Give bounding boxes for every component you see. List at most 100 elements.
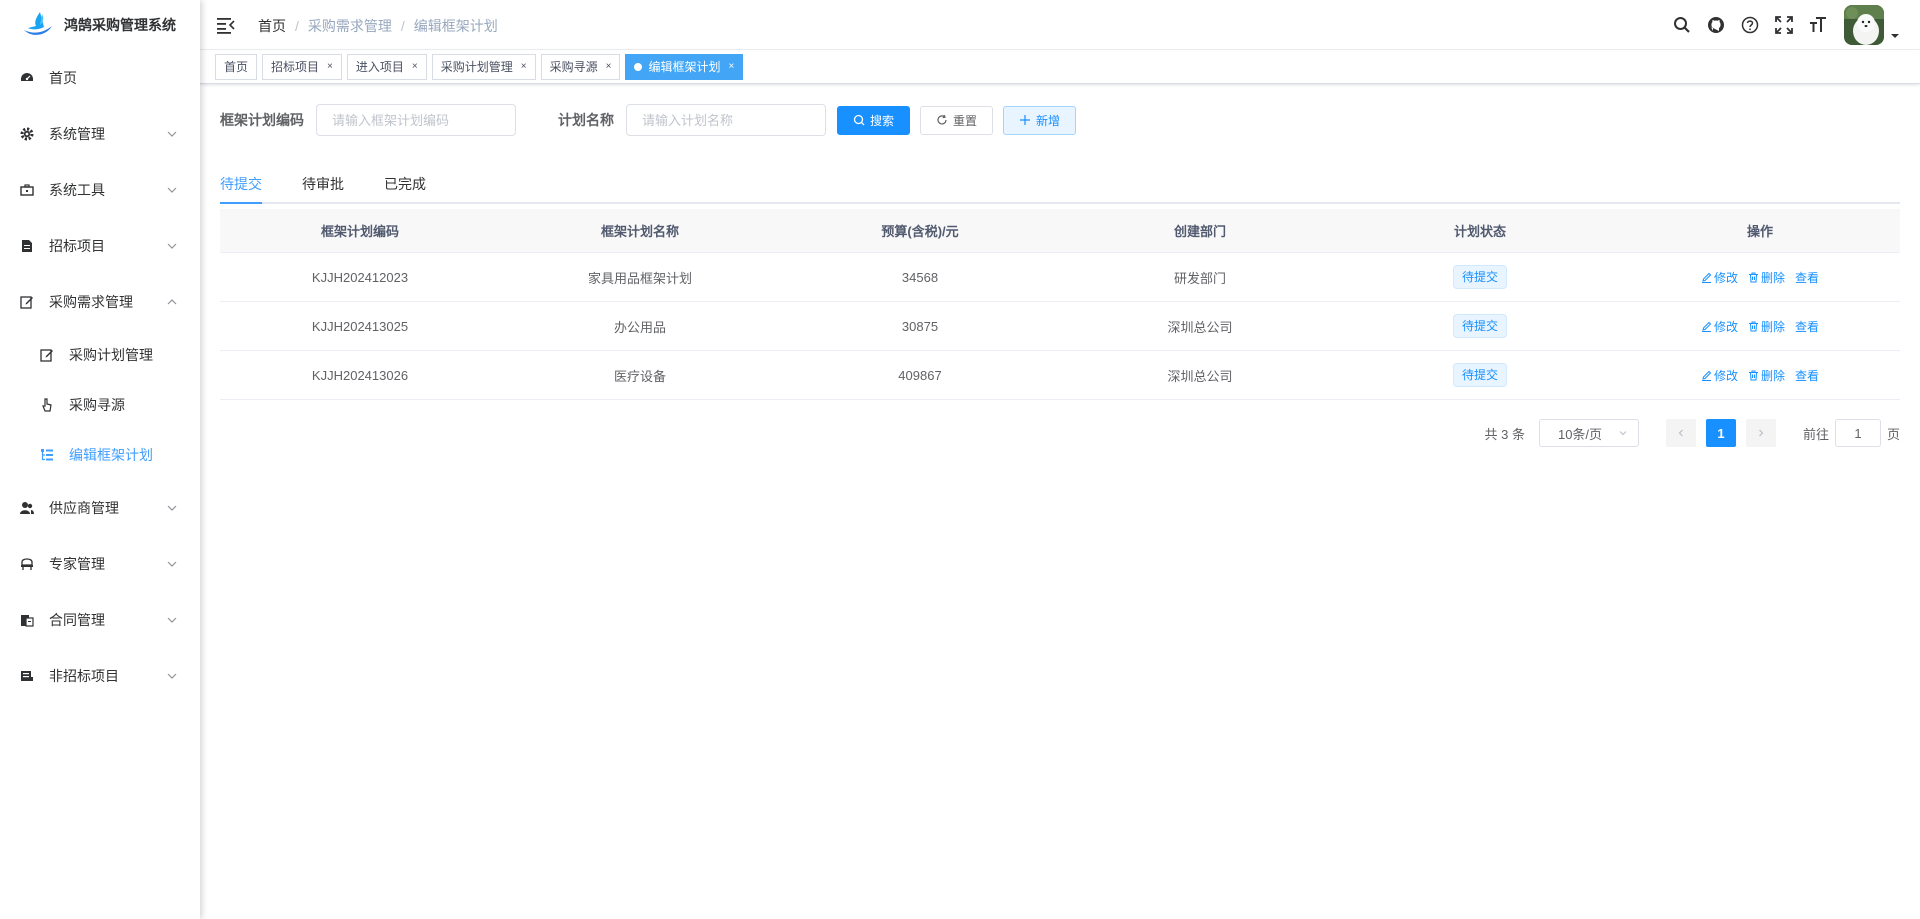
sidebar-item-procurement-demand[interactable]: 采购需求管理 <box>0 274 200 330</box>
edit-label: 修改 <box>1713 368 1738 383</box>
question-icon[interactable] <box>1740 15 1760 35</box>
sidebar-item-sourcing[interactable]: 采购寻源 <box>0 380 200 430</box>
tab-pending-submit[interactable]: 待提交 <box>220 164 262 204</box>
document-icon <box>20 239 34 253</box>
pagination-total: 共 3 条 <box>1484 426 1525 442</box>
tag-sourcing[interactable]: 采购寻源 × <box>540 53 621 80</box>
prev-page-button[interactable] <box>1665 419 1696 447</box>
gear-icon <box>20 127 34 141</box>
edit-link[interactable]: 修改 <box>1701 367 1738 384</box>
next-page-button[interactable] <box>1745 419 1776 447</box>
cell-dept: 深圳总公司 <box>1167 368 1233 384</box>
sidebar-item-bidding[interactable]: 招标项目 <box>0 218 200 274</box>
sidebar-item-home[interactable]: 首页 <box>0 50 200 106</box>
search-button[interactable]: 搜索 <box>837 105 911 135</box>
reset-button[interactable]: 重置 <box>920 105 994 135</box>
sidebar-menu: 首页 系统管理 系统工具 招标项目 采购需求管理 采购计划管理 采购寻源 编辑框… <box>0 50 200 704</box>
delete-link[interactable]: 删除 <box>1748 318 1785 335</box>
breadcrumb: 首页 / 采购需求管理 / 编辑框架计划 <box>258 16 498 36</box>
tag-bidding[interactable]: 招标项目 × <box>262 53 342 80</box>
close-icon[interactable]: × <box>521 61 527 72</box>
view-link[interactable]: 查看 <box>1795 367 1819 384</box>
expert-icon <box>20 557 34 571</box>
plus-icon <box>1020 115 1031 125</box>
sidebar-item-label: 非招标项目 <box>49 668 119 684</box>
font-size-icon[interactable] <box>1808 15 1828 35</box>
chevron-down-icon <box>167 131 177 137</box>
chevron-left-icon <box>1678 429 1683 437</box>
hamburger-icon[interactable] <box>216 15 236 35</box>
sidebar-item-edit-framework-plan[interactable]: 编辑框架计划 <box>0 430 200 480</box>
search-icon[interactable] <box>1672 15 1692 35</box>
tab-active-bar <box>220 202 262 204</box>
sidebar-item-supplier[interactable]: 供应商管理 <box>0 480 200 536</box>
view-link[interactable]: 查看 <box>1795 318 1819 335</box>
status-badge: 待提交 <box>1452 314 1507 338</box>
table-row: KJJH202413025 办公用品 30875 深圳总公司 待提交 修改 删除… <box>220 302 1900 351</box>
code-input[interactable] <box>316 104 516 136</box>
navbar: 首页 / 采购需求管理 / 编辑框架计划 <box>200 0 1920 50</box>
tree-table-icon <box>40 448 54 462</box>
tag-enter-project[interactable]: 进入项目 × <box>346 53 427 80</box>
caret-down-icon[interactable] <box>1890 31 1900 41</box>
breadcrumb-item[interactable]: 首页 <box>258 16 286 36</box>
sidebar-item-label: 供应商管理 <box>49 500 119 516</box>
tag-home[interactable]: 首页 <box>215 53 258 80</box>
breadcrumb-separator: / <box>400 18 405 34</box>
tag-label: 招标项目 <box>271 60 320 74</box>
sidebar-item-contract[interactable]: 合同管理 <box>0 592 200 648</box>
delete-link[interactable]: 删除 <box>1748 367 1785 384</box>
page-number-active[interactable]: 1 <box>1705 419 1736 447</box>
tab-pending-approval[interactable]: 待审批 <box>302 164 344 204</box>
chevron-down-icon <box>167 187 177 193</box>
github-icon[interactable] <box>1706 15 1726 35</box>
logo-icon <box>24 12 52 35</box>
search-form: 框架计划编码 计划名称 搜索 重置 新增 <box>220 104 1077 136</box>
name-input[interactable] <box>626 104 826 136</box>
tab-completed[interactable]: 已完成 <box>384 164 426 204</box>
cell-budget: 30875 <box>901 318 939 334</box>
tag-purchase-plan[interactable]: 采购计划管理 × <box>431 53 536 80</box>
page-suffix: 页 <box>1886 426 1900 442</box>
view-label: 查看 <box>1795 368 1820 383</box>
name-label: 计划名称 <box>558 112 614 128</box>
submenu-procurement-demand: 采购计划管理 采购寻源 编辑框架计划 <box>0 330 200 480</box>
fullscreen-icon[interactable] <box>1774 15 1794 35</box>
delete-link[interactable]: 删除 <box>1748 269 1785 286</box>
avatar[interactable] <box>1844 5 1884 45</box>
edit-icon <box>1701 321 1712 332</box>
sidebar-item-label: 合同管理 <box>49 612 105 628</box>
cell-status: 待提交 <box>1340 363 1620 387</box>
table-row: KJJH202412023 家具用品框架计划 34568 研发部门 待提交 修改… <box>220 253 1900 302</box>
close-icon[interactable]: × <box>606 61 612 72</box>
sidebar-item-system[interactable]: 系统管理 <box>0 106 200 162</box>
sidebar-item-label: 专家管理 <box>49 556 105 572</box>
sidebar-item-expert[interactable]: 专家管理 <box>0 536 200 592</box>
delete-icon <box>1748 321 1758 331</box>
sidebar-item-label: 系统工具 <box>49 182 105 198</box>
close-icon[interactable]: × <box>412 61 418 72</box>
close-icon[interactable]: × <box>327 61 333 72</box>
table-row: KJJH202413026 医疗设备 409867 深圳总公司 待提交 修改 删… <box>220 351 1900 400</box>
close-icon[interactable]: × <box>728 61 734 72</box>
cell-dept: 深圳总公司 <box>1167 319 1233 335</box>
edit-link[interactable]: 修改 <box>1701 318 1738 335</box>
add-button[interactable]: 新增 <box>1003 105 1077 135</box>
goto-page-input[interactable] <box>1834 419 1881 447</box>
sidebar-item-label: 采购计划管理 <box>69 347 153 363</box>
plans-table: 框架计划编码 框架计划名称 预算(含税)/元 创建部门 计划状态 操作 KJJH… <box>220 209 1900 400</box>
column-header: 框架计划编码 <box>320 224 399 239</box>
column-header: 框架计划名称 <box>600 224 679 239</box>
view-link[interactable]: 查看 <box>1795 269 1819 286</box>
tag-edit-framework-plan[interactable]: 编辑框架计划 × <box>625 53 744 80</box>
edit-link[interactable]: 修改 <box>1701 269 1738 286</box>
sidebar-item-tools[interactable]: 系统工具 <box>0 162 200 218</box>
edit-icon <box>1701 370 1712 381</box>
search-icon <box>853 114 865 126</box>
sidebar-item-non-bidding[interactable]: 非招标项目 <box>0 648 200 704</box>
logo[interactable]: 鸿鹄采购管理系统 <box>0 0 200 50</box>
cell-actions: 修改 删除 查看 <box>1620 367 1900 384</box>
peoples-icon <box>20 501 34 515</box>
sidebar-item-purchase-plan[interactable]: 采购计划管理 <box>0 330 200 380</box>
page-size-select[interactable]: 10条/页 <box>1538 419 1639 447</box>
